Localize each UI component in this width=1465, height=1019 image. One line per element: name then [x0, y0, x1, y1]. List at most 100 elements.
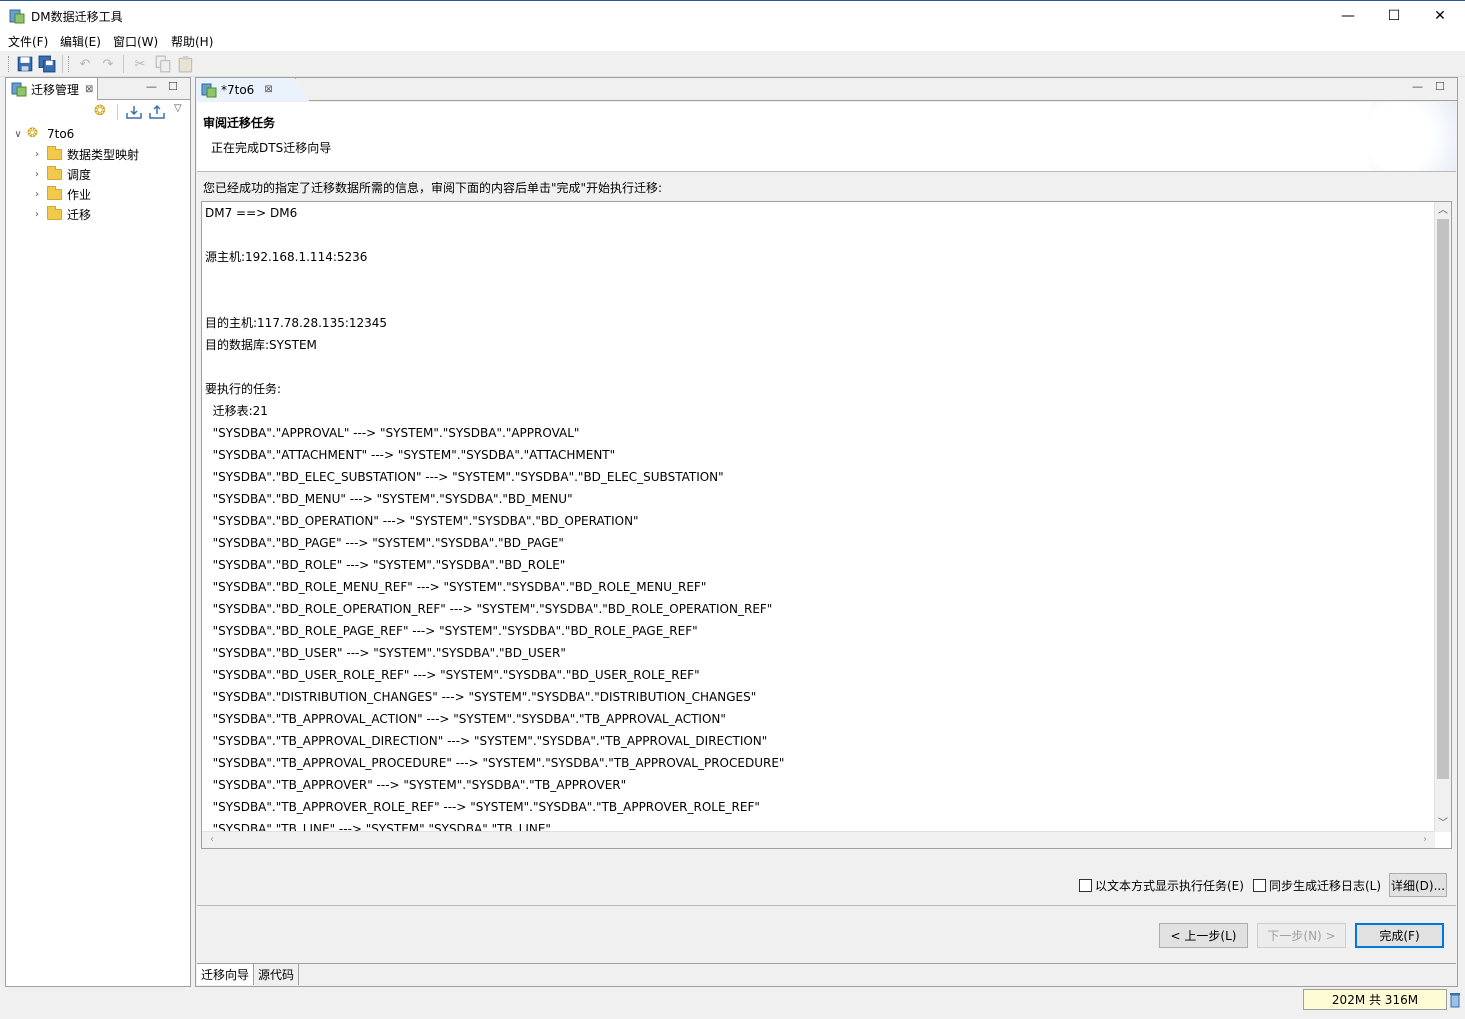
review-line: "SYSDBA"."TB_APPROVAL_ACTION" ---> "SYST… — [205, 712, 726, 726]
toolbar-grip — [8, 56, 11, 72]
minimize-button[interactable]: — — [1325, 1, 1371, 31]
chevron-right-icon[interactable]: › — [31, 209, 43, 220]
save-icon[interactable] — [16, 55, 34, 73]
tab-wizard[interactable]: 迁移向导 — [197, 964, 255, 985]
redo-icon[interactable]: ↷ — [99, 55, 117, 73]
paste-icon[interactable] — [177, 55, 195, 73]
review-line: "SYSDBA"."BD_USER" ---> "SYSTEM"."SYSDBA… — [205, 646, 566, 660]
migration-wizard-editor: *7to6 ⊠ — ☐ 审阅迁移任务 正在完成DTS迁移向导 您已经成功的指定了… — [195, 77, 1458, 987]
menu-edit[interactable]: 编辑(E) — [60, 33, 101, 50]
scroll-left-icon[interactable]: ‹ — [204, 832, 220, 848]
folder-icon — [47, 165, 62, 180]
review-line: "SYSDBA"."BD_MENU" ---> "SYSTEM"."SYSDBA… — [205, 492, 573, 506]
close-button[interactable]: ✕ — [1417, 1, 1463, 31]
review-line: "SYSDBA"."APPROVAL" ---> "SYSTEM"."SYSDB… — [205, 426, 580, 440]
tree-node-label: 迁移 — [67, 207, 92, 222]
menu-help[interactable]: 帮助(H) — [171, 33, 213, 50]
close-tab-icon[interactable]: ⊠ — [264, 84, 272, 95]
review-line: 要执行的任务: — [205, 382, 282, 396]
tree-node-root[interactable]: ∨ ❂ 7to6 — [12, 124, 74, 144]
migration-management-panel: 迁移管理 ⊠ — ☐ ❂ ▽ ∨ ❂ 7to6 › 数据类型映射 › 调度 › … — [5, 77, 191, 987]
menu-file[interactable]: 文件(F) — [8, 33, 48, 50]
review-line: "SYSDBA"."BD_ELEC_SUBSTATION" ---> "SYST… — [205, 470, 724, 484]
migration-icon — [11, 82, 27, 97]
tree-node-label: 数据类型映射 — [67, 147, 140, 162]
save-all-icon[interactable] — [38, 55, 56, 73]
chevron-right-icon[interactable]: › — [31, 189, 43, 200]
review-line: "SYSDBA"."BD_ROLE" ---> "SYSTEM"."SYSDBA… — [205, 558, 566, 572]
review-line: "SYSDBA"."TB_APPROVER_ROLE_REF" ---> "SY… — [205, 800, 760, 814]
tree-node-schedule[interactable]: › 调度 — [31, 164, 91, 184]
review-text-area[interactable]: DM7 ==> DM6 源主机:192.168.1.114:5236 目的主机:11… — [201, 201, 1452, 849]
export-icon[interactable] — [148, 104, 166, 120]
tree-node-data-type-mapping[interactable]: › 数据类型映射 — [31, 144, 139, 164]
menu-bar: 文件(F) 编辑(E) 窗口(W) 帮助(H) — [0, 31, 1465, 51]
folder-icon — [47, 205, 62, 220]
title-bar: DM数据迁移工具 — ☐ ✕ — [0, 0, 1465, 31]
minimize-view-icon[interactable]: — — [1412, 80, 1423, 93]
wizard-banner-graphic — [1366, 102, 1456, 171]
editor-bottom-tabs: 迁移向导 源代码 — [197, 963, 1456, 985]
review-line: "SYSDBA"."BD_PAGE" ---> "SYSTEM"."SYSDBA… — [205, 536, 564, 550]
vertical-scrollbar[interactable]: ︿ ﹀ — [1434, 202, 1451, 832]
trash-icon[interactable] — [1449, 991, 1461, 1008]
menu-window[interactable]: 窗口(W) — [113, 33, 158, 50]
review-lines: DM7 ==> DM6 源主机:192.168.1.114:5236 目的主机:11… — [205, 202, 1433, 846]
checkbox-box[interactable] — [1079, 878, 1092, 892]
sync-log-checkbox[interactable]: 同步生成迁移日志(L) — [1253, 875, 1381, 895]
heap-status: 202M 共 316M — [1303, 989, 1447, 1010]
folder-icon — [47, 145, 62, 160]
review-line: 迁移表:21 — [205, 404, 268, 418]
project-icon: ❂ — [27, 126, 38, 141]
scroll-right-icon[interactable]: › — [1417, 832, 1433, 848]
back-button[interactable]: < 上一步(L) — [1159, 923, 1248, 948]
status-bar: 202M 共 316M — [0, 989, 1465, 1019]
horizontal-scrollbar[interactable]: ‹ › — [202, 831, 1435, 848]
wizard-title: 审阅迁移任务 — [203, 116, 276, 130]
minimize-view-icon[interactable]: — — [146, 80, 157, 93]
review-line: "SYSDBA"."BD_OPERATION" ---> "SYSTEM"."S… — [205, 514, 639, 528]
tree-node-label: 调度 — [67, 167, 92, 182]
detail-button[interactable]: 详细(D)... — [1389, 873, 1447, 897]
review-line: "SYSDBA"."BD_ROLE_OPERATION_REF" ---> "S… — [205, 602, 773, 616]
tab-7to6[interactable]: *7to6 ⊠ — [196, 78, 309, 101]
tree-node-migration[interactable]: › 迁移 — [31, 204, 91, 224]
review-line: "SYSDBA"."BD_ROLE_MENU_REF" ---> "SYSTEM… — [205, 580, 707, 594]
checkbox-label: 以文本方式显示执行任务(E) — [1095, 878, 1244, 893]
review-line: "SYSDBA"."BD_ROLE_PAGE_REF" ---> "SYSTEM… — [205, 624, 698, 638]
intro-text: 您已经成功的指定了迁移数据所需的信息，审阅下面的内容后单击"完成"开始执行迁移: — [203, 181, 663, 195]
review-line: 源主机:192.168.1.114:5236 — [205, 250, 368, 264]
import-icon[interactable] — [125, 104, 143, 120]
maximize-view-icon[interactable]: ☐ — [1435, 80, 1445, 93]
migration-icon — [201, 83, 217, 97]
divider — [197, 905, 1456, 906]
tree-node-job[interactable]: › 作业 — [31, 184, 91, 204]
undo-icon[interactable]: ↶ — [76, 55, 94, 73]
next-button[interactable]: 下一步(N) > — [1257, 923, 1346, 948]
finish-button[interactable]: 完成(F) — [1355, 923, 1444, 948]
view-menu-icon[interactable]: ▽ — [174, 103, 182, 114]
review-line: 目的主机:117.78.28.135:12345 — [205, 316, 388, 330]
scroll-down-icon[interactable]: ﹀ — [1435, 815, 1451, 832]
scroll-up-icon[interactable]: ︿ — [1435, 202, 1451, 219]
tree-node-label: 作业 — [67, 187, 92, 202]
maximize-view-icon[interactable]: ☐ — [168, 80, 178, 93]
tab-source-code[interactable]: 源代码 — [254, 964, 300, 985]
chevron-right-icon[interactable]: › — [31, 169, 43, 180]
text-mode-checkbox[interactable]: 以文本方式显示执行任务(E) — [1079, 875, 1244, 895]
toolbar-grip — [68, 56, 71, 72]
wizard-subtitle: 正在完成DTS迁移向导 — [211, 141, 332, 155]
review-line: "SYSDBA"."TB_APPROVER" ---> "SYSTEM"."SY… — [205, 778, 627, 792]
copy-icon[interactable] — [154, 55, 172, 73]
scroll-thumb[interactable] — [1437, 219, 1449, 779]
chevron-down-icon[interactable]: ∨ — [12, 129, 24, 140]
toolbar-separator — [117, 104, 118, 120]
review-line: "SYSDBA"."ATTACHMENT" ---> "SYSTEM"."SYS… — [205, 448, 616, 462]
close-tab-icon[interactable]: ⊠ — [85, 84, 93, 95]
new-project-icon[interactable]: ❂ — [94, 103, 106, 119]
chevron-right-icon[interactable]: › — [31, 149, 43, 160]
checkbox-box[interactable] — [1253, 878, 1266, 892]
cut-icon[interactable]: ✂ — [131, 55, 149, 73]
tab-migration-management[interactable]: 迁移管理 ⊠ — [6, 78, 98, 100]
maximize-button[interactable]: ☐ — [1371, 1, 1417, 31]
